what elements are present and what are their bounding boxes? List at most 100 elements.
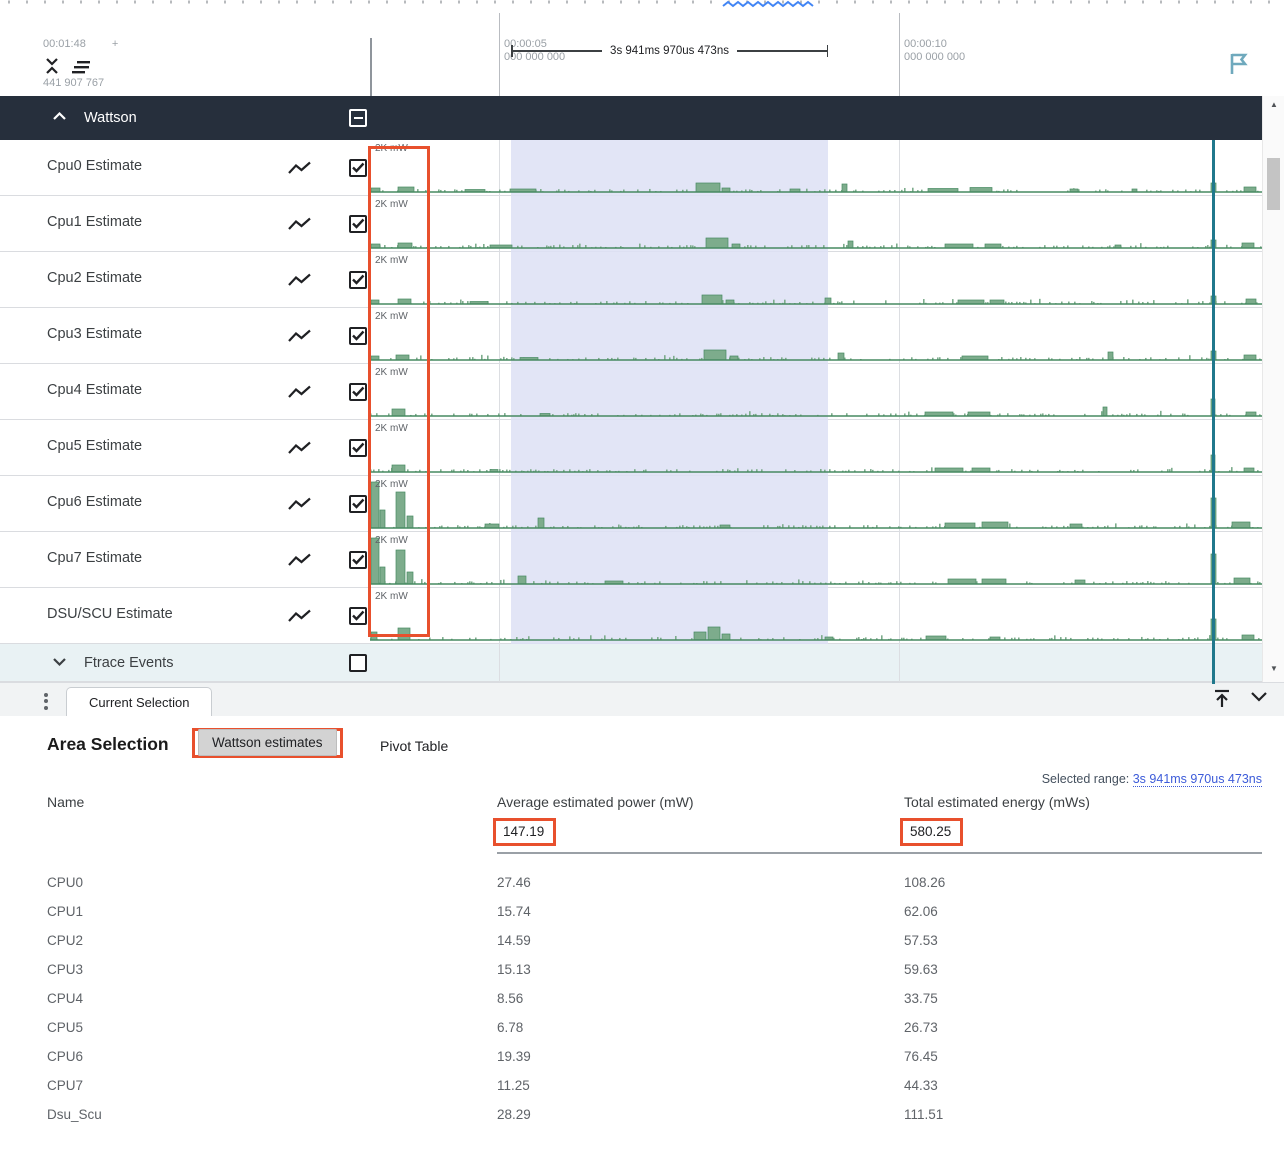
track-row[interactable]: Cpu3 Estimate2K mW bbox=[0, 308, 1262, 364]
expand-panel-icon[interactable] bbox=[1212, 689, 1232, 709]
line-chart-icon[interactable] bbox=[288, 273, 312, 287]
track-canvas[interactable]: 2K mW bbox=[370, 532, 1262, 587]
cell-avg-power: 28.29 bbox=[497, 1107, 904, 1122]
track-canvas[interactable]: 2K mW bbox=[370, 420, 1262, 475]
track-name: DSU/SCU Estimate bbox=[47, 606, 173, 622]
collapse-tracks-icon[interactable] bbox=[44, 57, 60, 75]
track-canvas[interactable]: 2K mW bbox=[370, 476, 1262, 531]
cell-total-energy: 76.45 bbox=[904, 1049, 1262, 1064]
column-header-total-energy: Total estimated energy (mWs) bbox=[904, 794, 1262, 818]
trace-viewer-window: 00:01:48+ 441 907 767 00:00:05000 000 00… bbox=[0, 0, 1284, 1162]
track-canvas[interactable]: 2K mW bbox=[370, 140, 1262, 195]
wattson-estimates-table: Name Average estimated power (mW) Total … bbox=[47, 794, 1262, 1129]
line-chart-icon[interactable] bbox=[288, 497, 312, 511]
spellcheck-squiggle bbox=[723, 2, 813, 6]
top-cutoff-strip bbox=[0, 0, 1284, 9]
scrollbar-down-arrow[interactable]: ▼ bbox=[1263, 664, 1284, 673]
line-chart-icon[interactable] bbox=[288, 609, 312, 623]
track-checkbox-checked[interactable] bbox=[349, 159, 367, 177]
table-row: CPU711.2544.33 bbox=[47, 1071, 1262, 1100]
cell-total-energy: 26.73 bbox=[904, 1020, 1262, 1035]
table-row: CPU619.3976.45 bbox=[47, 1042, 1262, 1071]
column-header-name: Name bbox=[47, 794, 497, 818]
track-row[interactable]: Cpu0 Estimate2K mW bbox=[0, 140, 1262, 196]
track-name: Cpu7 Estimate bbox=[47, 550, 142, 566]
group-checkbox-indeterminate[interactable] bbox=[349, 109, 367, 127]
flag-icon[interactable] bbox=[1228, 52, 1250, 76]
track-row[interactable]: DSU/SCU Estimate 2K mW bbox=[0, 588, 1262, 644]
selection-duration-label: 3s 941ms 970us 473ns bbox=[602, 45, 737, 57]
tab-wattson-estimates[interactable]: Wattson estimates bbox=[198, 729, 337, 756]
line-chart-icon[interactable] bbox=[288, 161, 312, 175]
track-canvas[interactable]: 2K mW bbox=[370, 196, 1262, 251]
line-chart-icon[interactable] bbox=[288, 385, 312, 399]
track-canvas[interactable]: 2K mW bbox=[370, 252, 1262, 307]
track-checkbox-checked[interactable] bbox=[349, 271, 367, 289]
track-canvas[interactable]: 2K mW bbox=[370, 308, 1262, 363]
chevron-down-icon[interactable] bbox=[52, 657, 67, 667]
ruler-gridline bbox=[899, 13, 900, 96]
scrollbar-thumb[interactable] bbox=[1267, 158, 1280, 210]
track-row[interactable]: Cpu5 Estimate 2K mW bbox=[0, 420, 1262, 476]
table-totals-row: 147.19 580.25 bbox=[47, 818, 1262, 854]
line-chart-icon[interactable] bbox=[288, 441, 312, 455]
highlight-box-total-energy: 580.25 bbox=[900, 818, 963, 846]
track-checkbox-checked[interactable] bbox=[349, 607, 367, 625]
details-panel: Area Selection Wattson estimates Pivot T… bbox=[0, 716, 1284, 1162]
cell-name: CPU7 bbox=[47, 1078, 497, 1093]
track-checkbox-checked[interactable] bbox=[349, 551, 367, 569]
table-row: CPU027.46108.26 bbox=[47, 868, 1262, 897]
cell-avg-power: 19.39 bbox=[497, 1049, 904, 1064]
group-checkbox-unchecked[interactable] bbox=[349, 654, 367, 672]
track-checkbox-checked[interactable] bbox=[349, 327, 367, 345]
track-row[interactable]: Cpu7 Estimate 2K mW bbox=[0, 532, 1262, 588]
collapse-panel-chevron-icon[interactable] bbox=[1250, 691, 1268, 703]
selected-range-link[interactable]: 3s 941ms 970us 473ns bbox=[1133, 772, 1262, 787]
track-name: Cpu5 Estimate bbox=[47, 438, 142, 454]
highlight-box-total-power: 147.19 bbox=[493, 818, 556, 846]
track-row[interactable]: Cpu1 Estimate 2K mW bbox=[0, 196, 1262, 252]
track-name: Cpu4 Estimate bbox=[47, 382, 142, 398]
drag-handle-icon[interactable] bbox=[44, 690, 48, 712]
cell-total-energy: 62.06 bbox=[904, 904, 1262, 919]
cell-total-energy: 57.53 bbox=[904, 933, 1262, 948]
panel-heading: Area Selection bbox=[47, 734, 169, 755]
track-row[interactable]: Cpu2 Estimate 2K mW bbox=[0, 252, 1262, 308]
track-row[interactable]: Cpu6 Estimate2K mW bbox=[0, 476, 1262, 532]
shell-divider-line bbox=[370, 38, 372, 96]
line-chart-icon[interactable] bbox=[288, 329, 312, 343]
cursor-marker-line bbox=[1212, 140, 1215, 684]
table-row: Dsu_Scu28.29111.51 bbox=[47, 1100, 1262, 1129]
cell-total-energy: 33.75 bbox=[904, 991, 1262, 1006]
track-name: Cpu1 Estimate bbox=[47, 214, 142, 230]
track-checkbox-checked[interactable] bbox=[349, 439, 367, 457]
scrollbar-up-arrow[interactable]: ▲ bbox=[1263, 100, 1284, 109]
track-canvas[interactable]: 2K mW bbox=[370, 364, 1262, 419]
track-rows: Cpu0 Estimate2K mWCpu1 Estimate2K mWCpu2… bbox=[0, 140, 1262, 644]
chevron-up-icon[interactable] bbox=[52, 111, 67, 121]
track-row[interactable]: Cpu4 Estimate 2K mW bbox=[0, 364, 1262, 420]
track-checkbox-checked[interactable] bbox=[349, 383, 367, 401]
group-header-ftrace[interactable]: Ftrace Events bbox=[0, 644, 1262, 682]
track-name: Cpu2 Estimate bbox=[47, 270, 142, 286]
cell-name: CPU6 bbox=[47, 1049, 497, 1064]
tab-pivot-table[interactable]: Pivot Table bbox=[380, 738, 448, 754]
table-row: CPU56.7826.73 bbox=[47, 1013, 1262, 1042]
table-row: CPU48.5633.75 bbox=[47, 984, 1262, 1013]
line-chart-icon[interactable] bbox=[288, 553, 312, 567]
track-checkbox-checked[interactable] bbox=[349, 495, 367, 513]
track-menu-icon[interactable] bbox=[72, 61, 92, 75]
cell-name: CPU0 bbox=[47, 875, 497, 890]
group-header-wattson[interactable]: Wattson bbox=[0, 96, 1262, 140]
tab-current-selection[interactable]: Current Selection bbox=[66, 687, 212, 716]
track-canvas[interactable]: 2K mW bbox=[370, 588, 1262, 643]
track-checkbox-checked[interactable] bbox=[349, 215, 367, 233]
timeline-scrollbar[interactable]: ▲ ▼ bbox=[1262, 96, 1284, 682]
line-chart-icon[interactable] bbox=[288, 217, 312, 231]
details-tab-bar: Current Selection bbox=[0, 682, 1284, 716]
highlight-box-scale-labels bbox=[368, 146, 430, 637]
selected-range-label: Selected range: bbox=[1042, 772, 1130, 786]
cell-avg-power: 15.74 bbox=[497, 904, 904, 919]
table-row: CPU115.7462.06 bbox=[47, 897, 1262, 926]
table-row: CPU214.5957.53 bbox=[47, 926, 1262, 955]
